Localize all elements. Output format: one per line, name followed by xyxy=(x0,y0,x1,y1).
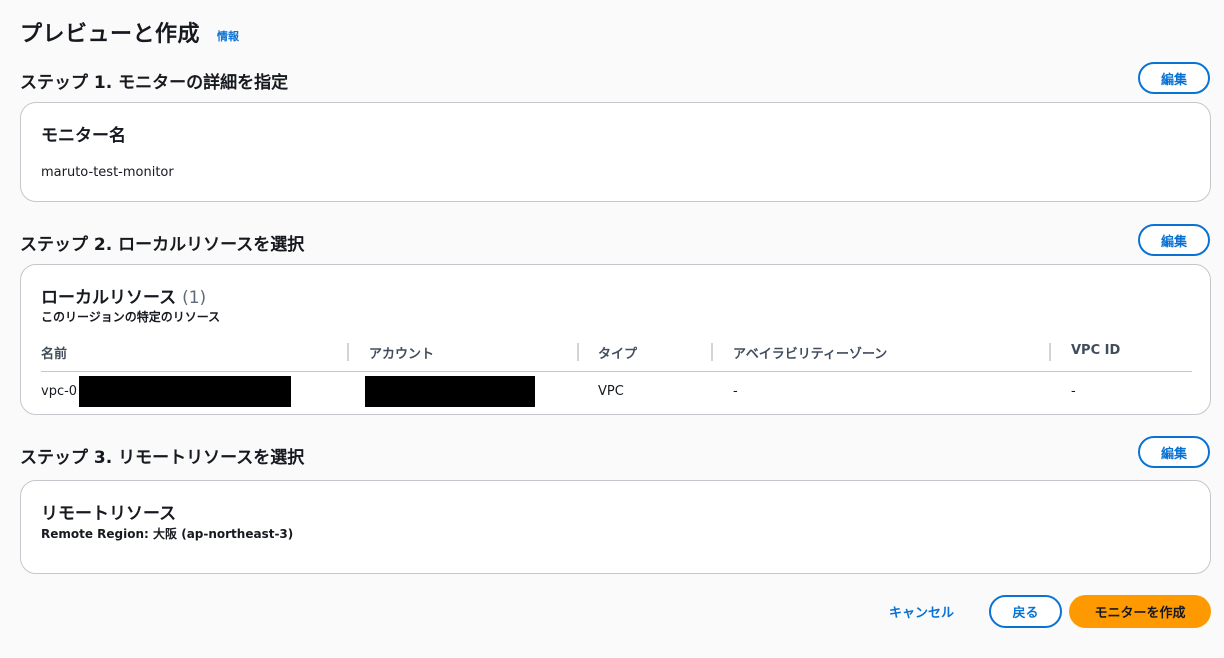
step1-edit-button[interactable]: 編集 xyxy=(1138,62,1210,94)
local-resources-count: (1) xyxy=(182,288,207,308)
row-type: VPC xyxy=(598,384,624,399)
column-header-account[interactable]: アカウント xyxy=(369,343,434,362)
table-header: 名前 アカウント タイプ アベイラビリティーゾーン VPC ID xyxy=(21,343,1212,369)
row-vpc-id: - xyxy=(1071,384,1076,399)
step1-title: ステップ 1. モニターの詳細を指定 xyxy=(20,73,289,93)
column-separator[interactable] xyxy=(1049,343,1051,361)
remote-region-text: Remote Region: 大阪 (ap-northeast-3) xyxy=(41,527,294,541)
step3-edit-button[interactable]: 編集 xyxy=(1138,436,1210,468)
step2-title: ステップ 2. ローカルリソースを選択 xyxy=(20,235,305,255)
row-name: vpc-0 xyxy=(41,384,78,399)
monitor-name-header: モニター名 xyxy=(41,126,126,146)
monitor-name-card: モニター名 maruto-test-monitor xyxy=(20,102,1211,202)
remote-resources-card: リモートリソース Remote Region: 大阪 (ap-northeast… xyxy=(20,480,1211,574)
redacted-account-block xyxy=(365,376,535,407)
table-divider xyxy=(41,371,1192,372)
page-title: プレビューと作成 xyxy=(20,22,201,47)
local-resources-header: ローカルリソース (1) xyxy=(41,283,206,308)
local-resources-title: ローカルリソース xyxy=(41,288,177,308)
create-monitor-button[interactable]: モニターを作成 xyxy=(1069,595,1211,628)
step3-title: ステップ 3. リモートリソースを選択 xyxy=(20,448,305,468)
column-separator[interactable] xyxy=(711,343,713,361)
local-resources-card: ローカルリソース (1) このリージョンの特定のリソース 名前 アカウント タイ… xyxy=(20,264,1211,415)
column-header-vpc-id[interactable]: VPC ID xyxy=(1071,343,1120,358)
back-button[interactable]: 戻る xyxy=(989,595,1062,628)
redacted-block xyxy=(79,376,291,407)
info-link[interactable]: 情報 xyxy=(217,28,239,44)
remote-resources-header: リモートリソース xyxy=(41,504,177,524)
preview-create-page: プレビューと作成 情報 ステップ 1. モニターの詳細を指定 編集 モニター名 … xyxy=(0,0,1224,658)
column-header-type[interactable]: タイプ xyxy=(598,343,637,362)
column-header-name[interactable]: 名前 xyxy=(41,343,67,362)
monitor-name-value: maruto-test-monitor xyxy=(41,165,174,180)
cancel-button[interactable]: キャンセル xyxy=(889,602,954,621)
column-header-az[interactable]: アベイラビリティーゾーン xyxy=(733,343,887,362)
row-az: - xyxy=(733,384,738,399)
local-resources-subtitle: このリージョンの特定のリソース xyxy=(41,310,221,324)
step2-edit-button[interactable]: 編集 xyxy=(1138,224,1210,256)
column-separator[interactable] xyxy=(347,343,349,361)
column-separator[interactable] xyxy=(577,343,579,361)
